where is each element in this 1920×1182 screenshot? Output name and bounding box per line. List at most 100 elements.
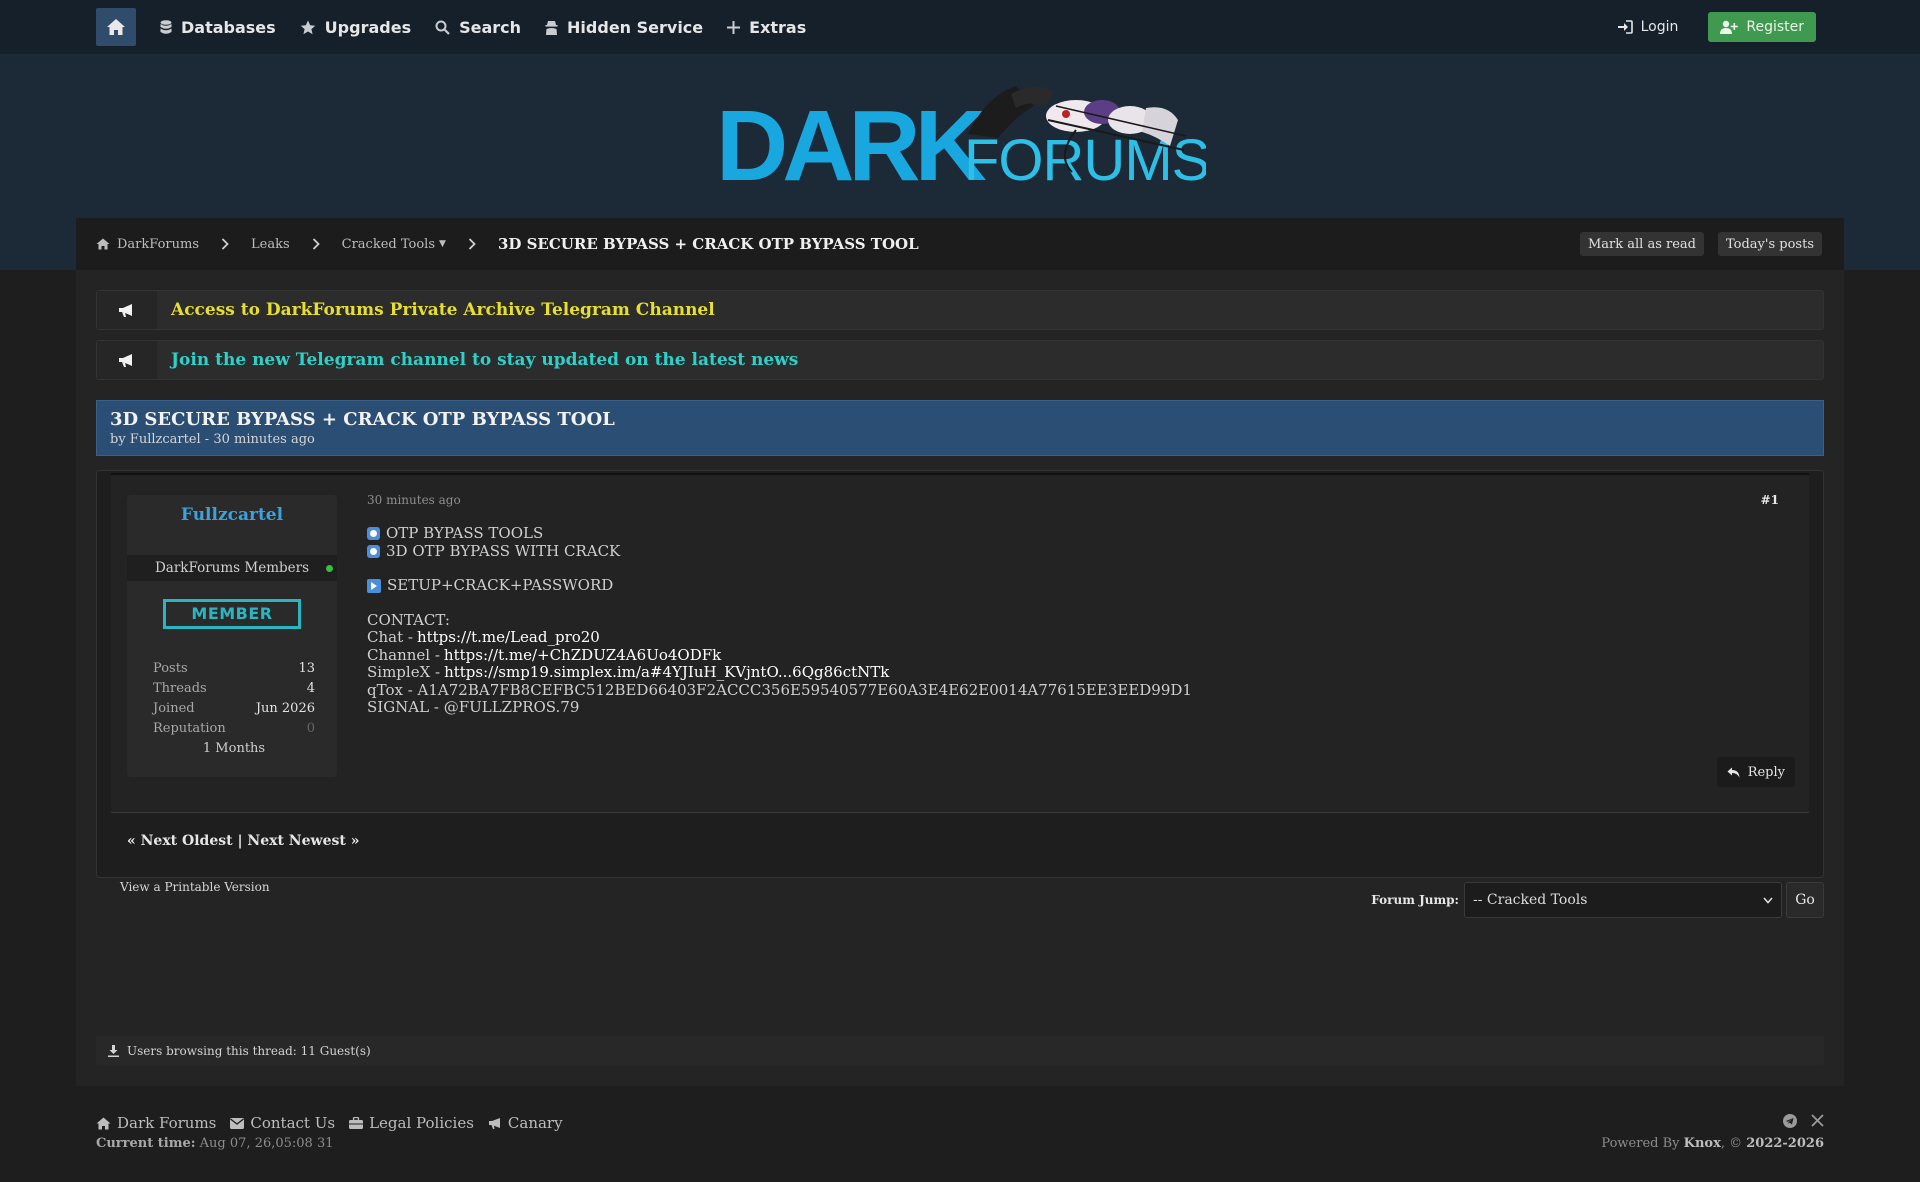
- dropdown-caret-icon[interactable]: ▼: [439, 239, 446, 249]
- stat-value: 13: [298, 661, 315, 676]
- radio-button-icon: [367, 544, 380, 558]
- post-date: 30 minutes ago: [367, 493, 461, 507]
- login-link[interactable]: Login: [1617, 19, 1678, 35]
- post-line-text: 3D OTP BYPASS WITH CRACK: [386, 541, 621, 560]
- nav-databases-label: Databases: [181, 17, 276, 37]
- footer-links: Dark Forums Contact Us Legal Policies Ca…: [96, 1114, 577, 1132]
- telegram-icon[interactable]: [1783, 1114, 1797, 1128]
- nav-extras[interactable]: Extras: [727, 18, 806, 37]
- stat-label: Threads: [153, 681, 207, 696]
- breadcrumb-cracked-tools-label: Cracked Tools: [341, 236, 436, 252]
- nav-upgrades-label: Upgrades: [324, 17, 412, 37]
- arrow-right-icon: [367, 578, 381, 593]
- megaphone-icon: [488, 1118, 500, 1129]
- social-links: [1769, 1114, 1824, 1128]
- printable-version-link[interactable]: View a Printable Version: [120, 880, 270, 894]
- stat-joined: Joined Jun 2026: [153, 701, 315, 721]
- footer-link-legal[interactable]: Legal Policies: [349, 1114, 474, 1132]
- thread-pager[interactable]: « Next Oldest | Next Newest »: [127, 833, 359, 849]
- envelope-icon: [230, 1117, 245, 1129]
- forum-jump: Forum Jump: -- Cracked Tools Go: [1371, 882, 1824, 918]
- post: Fullzcartel DarkForums Members MEMBER Po…: [111, 473, 1809, 813]
- stat-label: Joined: [153, 701, 195, 716]
- spy-icon: [545, 20, 558, 35]
- footer-link-contact[interactable]: Contact Us: [230, 1114, 335, 1132]
- post-line-text: qTox - A1A72BA7FB8CEFBC512BED66403F2ACCC…: [367, 680, 1192, 699]
- chat-link[interactable]: https://t.me/Lead_pro20: [417, 628, 600, 647]
- author-profile-card: Fullzcartel DarkForums Members MEMBER Po…: [127, 495, 337, 777]
- breadcrumb-current: 3D SECURE BYPASS + CRACK OTP BYPASS TOOL: [497, 235, 919, 253]
- stat-label: Posts: [153, 661, 188, 676]
- star-icon: [300, 20, 315, 34]
- post-body: OTP BYPASS TOOLS 3D OTP BYPASS WITH CRAC…: [367, 524, 1192, 717]
- post-line: Channel - https://t.me/+ChZDUZ4A6Uo4ODFk: [367, 646, 1192, 665]
- current-time-label: Current time:: [96, 1136, 196, 1151]
- breadcrumb-home-label: DarkForums: [117, 236, 199, 252]
- site-logo[interactable]: DARK FORUMS: [716, 76, 1210, 202]
- post-line-text: Chat -: [367, 628, 413, 646]
- stat-label: Reputation: [153, 721, 226, 736]
- thread-byline: by Fullzcartel - 30 minutes ago: [110, 432, 315, 447]
- go-button[interactable]: Go: [1786, 882, 1824, 918]
- post-line-text: SimpleX -: [367, 663, 441, 681]
- reply-button[interactable]: Reply: [1716, 757, 1795, 787]
- home-icon: [96, 1117, 111, 1129]
- megaphone-icon: [97, 341, 157, 379]
- nav-hidden-service[interactable]: Hidden Service: [545, 18, 703, 37]
- reply-icon: [1727, 767, 1740, 777]
- forum-jump-select[interactable]: -- Cracked Tools: [1464, 882, 1782, 918]
- top-navbar: Databases Upgrades Search Hidden Service…: [0, 0, 1920, 54]
- post-container: Fullzcartel DarkForums Members MEMBER Po…: [96, 470, 1824, 878]
- announcement-telegram-channel[interactable]: Join the new Telegram channel to stay up…: [96, 340, 1824, 380]
- register-button[interactable]: Register: [1708, 12, 1816, 42]
- powered-name[interactable]: Knox: [1684, 1136, 1721, 1151]
- todays-posts-button[interactable]: Today's posts: [1718, 232, 1822, 256]
- announcement-telegram-archive[interactable]: Access to DarkForums Private Archive Tel…: [96, 290, 1824, 330]
- post-line: SIGNAL - @FULLZPROS.79: [367, 698, 1192, 717]
- author-username[interactable]: Fullzcartel: [127, 505, 337, 525]
- users-browsing-text: Users browsing this thread: 11 Guest(s): [127, 1044, 371, 1058]
- nav-search[interactable]: Search: [435, 18, 521, 37]
- nav-upgrades[interactable]: Upgrades: [300, 18, 411, 37]
- footer-link-label: Canary: [507, 1114, 563, 1132]
- post-line: qTox - A1A72BA7FB8CEFBC512BED66403F2ACCC…: [367, 680, 1192, 700]
- announcement-text[interactable]: Access to DarkForums Private Archive Tel…: [171, 300, 715, 320]
- footer-link-label: Contact Us: [250, 1114, 336, 1132]
- channel-link[interactable]: https://t.me/+ChZDUZ4A6Uo4ODFk: [444, 646, 721, 665]
- logo-dark-text: DARK: [716, 90, 987, 191]
- thread-title: 3D SECURE BYPASS + CRACK OTP BYPASS TOOL: [110, 409, 615, 430]
- home-icon: [107, 19, 125, 35]
- announcement-text[interactable]: Join the new Telegram channel to stay up…: [171, 350, 798, 370]
- megaphone-icon: [97, 291, 157, 329]
- chevron-right-icon: [468, 238, 476, 250]
- post-line: SimpleX - https://smp19.simplex.im/a#4YJI…: [367, 663, 1192, 682]
- home-button[interactable]: [96, 8, 136, 46]
- stat-threads: Threads 4: [153, 681, 315, 701]
- x-twitter-icon[interactable]: [1811, 1114, 1824, 1128]
- search-icon: [435, 20, 450, 35]
- breadcrumb-leaks[interactable]: Leaks: [251, 237, 290, 252]
- footer-link-canary[interactable]: Canary: [488, 1114, 563, 1132]
- post-line-text: SIGNAL - @FULLZPROS.79: [367, 698, 580, 716]
- nav-databases[interactable]: Databases: [160, 18, 276, 37]
- simplex-link[interactable]: https://smp19.simplex.im/a#4YJIuH_KVjntO…: [444, 663, 889, 682]
- breadcrumb-actions: Mark all as read Today's posts: [1566, 232, 1822, 256]
- footer-link-dark-forums[interactable]: Dark Forums: [96, 1114, 216, 1132]
- main-nav: Databases Upgrades Search Hidden Service…: [96, 0, 830, 54]
- nav-hidden-service-label: Hidden Service: [567, 17, 704, 37]
- post-line-text: OTP BYPASS TOOLS: [386, 524, 544, 542]
- stat-value: 4: [306, 681, 315, 696]
- stat-posts: Posts 13: [153, 661, 315, 681]
- powered-by: Powered By Knox, © 2022-2026: [1601, 1136, 1824, 1151]
- post-line: SETUP+CRACK+PASSWORD: [367, 576, 1192, 595]
- register-label: Register: [1746, 19, 1804, 35]
- mark-all-read-button[interactable]: Mark all as read: [1579, 232, 1704, 256]
- powered-suffix: , ©: [1720, 1136, 1743, 1151]
- breadcrumb-home[interactable]: DarkForums: [96, 237, 199, 252]
- post-number[interactable]: #1: [1761, 493, 1779, 507]
- forum-jump-selected: -- Cracked Tools: [1473, 892, 1588, 908]
- stat-value[interactable]: 0: [307, 721, 315, 741]
- post-line: 3D OTP BYPASS WITH CRACK: [367, 541, 1192, 561]
- breadcrumb-cracked-tools[interactable]: Cracked Tools ▼: [342, 237, 446, 252]
- current-time-value: Aug 07, 26,05:08 31: [199, 1136, 334, 1151]
